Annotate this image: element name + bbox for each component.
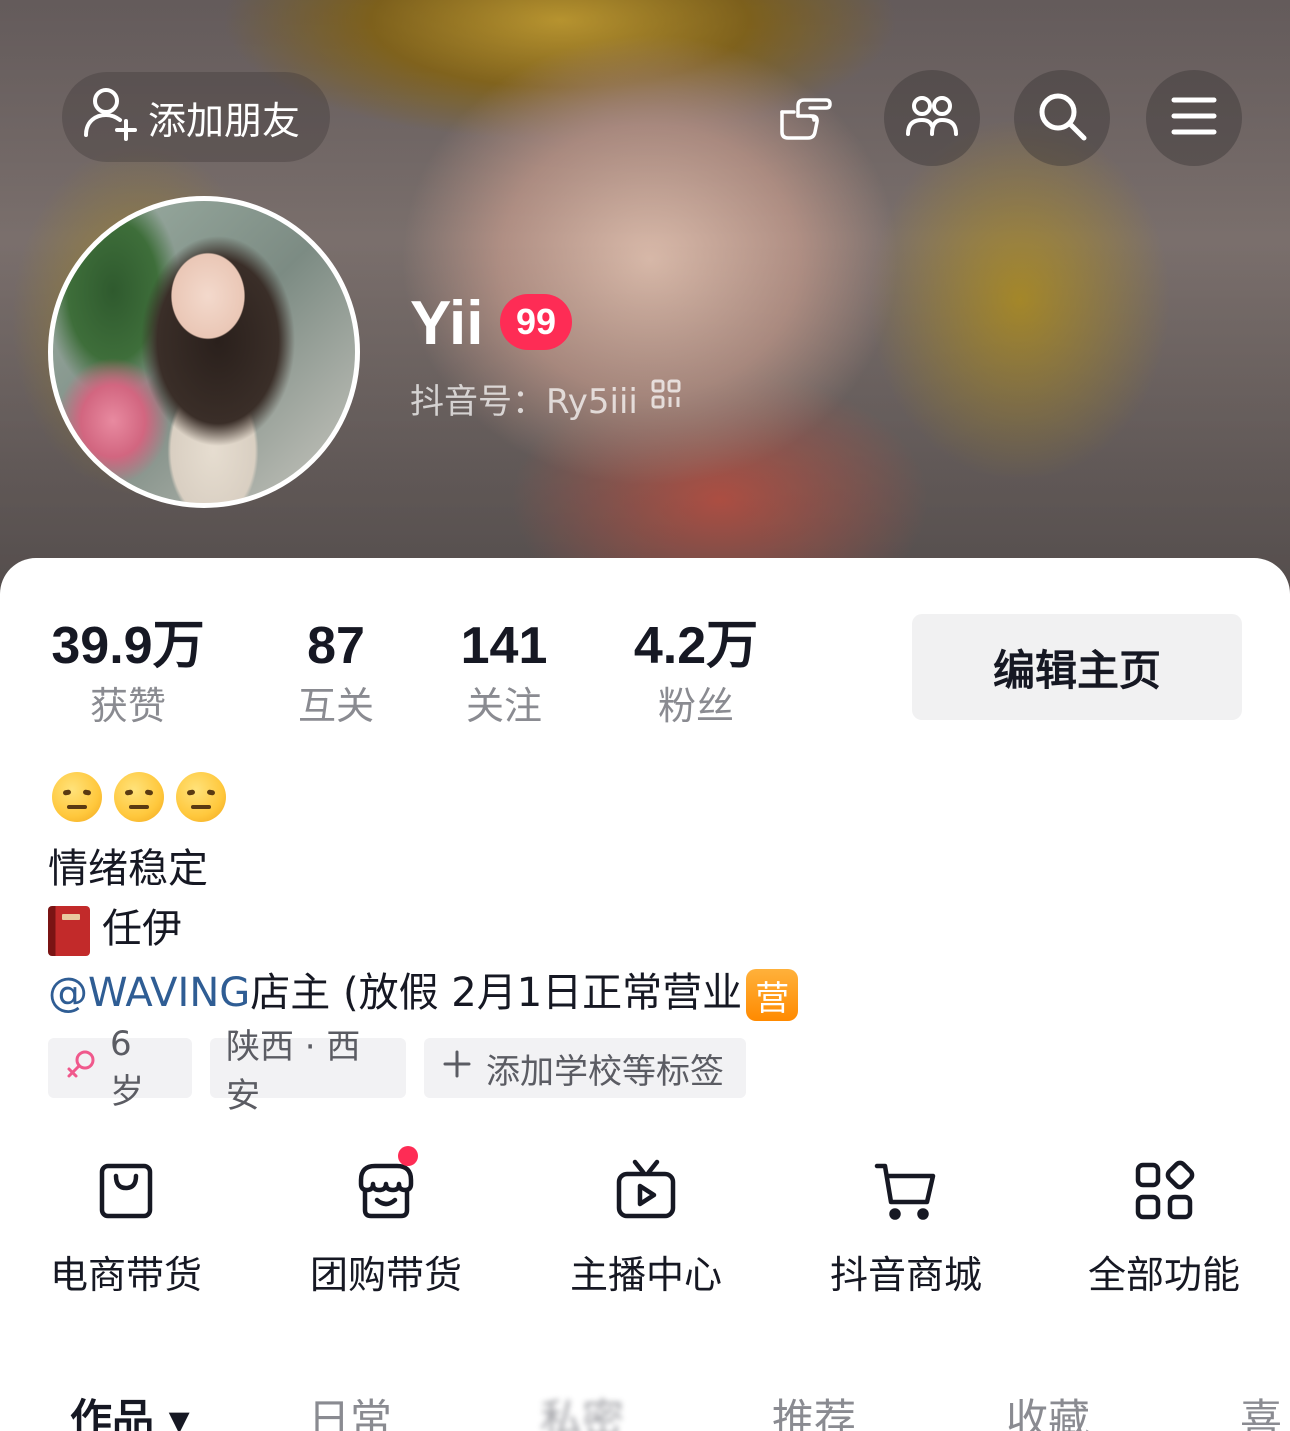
stat-value: 141 <box>460 617 548 675</box>
stat-value: 4.2万 <box>633 617 759 675</box>
hand-pointer-icon <box>774 86 834 150</box>
raised-eyebrow-emoji-icon <box>52 772 102 822</box>
search-button[interactable] <box>1014 70 1110 166</box>
content-tabs: 作品 ▾ 日常 私密 推荐 收藏 喜 <box>0 1386 1290 1431</box>
tab-private[interactable]: 私密 <box>540 1386 624 1431</box>
search-icon <box>1032 86 1092 150</box>
bio-line-3-text: 店主 (放假 2月1日正常营业 <box>250 970 743 1016</box>
menu-button[interactable] <box>1146 70 1242 166</box>
douyin-id[interactable]: 抖音号：Ry5iii <box>410 374 682 423</box>
qr-code-icon[interactable] <box>650 378 682 419</box>
level-badge[interactable]: 99 <box>500 294 572 350</box>
mention-link[interactable]: @WAVING <box>48 970 250 1016</box>
feature-ecommerce[interactable]: 电商带货 <box>26 1158 226 1299</box>
plus-icon <box>440 1047 474 1090</box>
profile-card: 39.9万 获赞 87 互关 141 关注 4.2万 粉丝 编辑主页 情绪稳定 … <box>0 558 1290 1431</box>
feature-all-functions[interactable]: 全部功能 <box>1064 1158 1264 1299</box>
feature-douyin-mall[interactable]: 抖音商城 <box>806 1158 1006 1299</box>
stat-followers[interactable]: 4.2万 粉丝 <box>626 614 766 734</box>
hand-pointer-button[interactable] <box>756 70 852 166</box>
raised-eyebrow-emoji-icon <box>176 772 226 822</box>
feature-label: 团购带货 <box>309 1253 462 1297</box>
feature-group-buy[interactable]: 团购带货 <box>286 1146 486 1299</box>
add-tag-label: 添加学校等标签 <box>486 1051 724 1092</box>
menu-icon <box>1164 86 1224 150</box>
feature-label: 全部功能 <box>1087 1253 1240 1297</box>
feature-label: 抖音商城 <box>829 1253 982 1297</box>
stat-following[interactable]: 141 关注 <box>454 614 554 734</box>
stat-label: 获赞 <box>89 684 166 728</box>
feature-label: 电商带货 <box>49 1253 202 1297</box>
tv-play-icon <box>546 1158 746 1224</box>
shopping-bag-icon <box>26 1158 226 1224</box>
stat-mutual[interactable]: 87 互关 <box>286 614 386 734</box>
tab-favorites[interactable]: 收藏 <box>1006 1386 1090 1431</box>
location-tag[interactable]: 陕西 · 西安 <box>210 1027 406 1116</box>
bio-line-1: 情绪稳定 <box>48 846 208 892</box>
female-icon <box>64 1047 98 1090</box>
profile-name: Yii <box>410 289 484 358</box>
bio-line-3: @WAVING店主 (放假 2月1日正常营业营 <box>48 960 799 1021</box>
red-book-icon <box>48 906 90 956</box>
add-user-icon <box>80 83 140 152</box>
stat-label: 粉丝 <box>657 684 734 728</box>
stat-label: 互关 <box>297 684 374 728</box>
location-text: 陕西 · 西安 <box>226 1027 361 1116</box>
tab-daily[interactable]: 日常 <box>308 1386 392 1431</box>
bio-line-2: 任伊 <box>48 896 182 956</box>
bio-line-2-text: 任伊 <box>102 906 182 952</box>
ying-badge-icon: 营 <box>746 969 799 1021</box>
add-tag-button[interactable]: 添加学校等标签 <box>424 1038 746 1098</box>
tab-recommended[interactable]: 推荐 <box>772 1386 856 1431</box>
tab-likes[interactable]: 喜 <box>1240 1386 1282 1431</box>
feature-label: 主播中心 <box>569 1253 722 1297</box>
notification-dot <box>398 1146 418 1166</box>
stat-label: 关注 <box>465 684 542 728</box>
avatar[interactable] <box>48 196 360 508</box>
edit-profile-button[interactable]: 编辑主页 <box>912 614 1242 720</box>
add-friend-label: 添加朋友 <box>148 98 301 143</box>
stat-likes[interactable]: 39.9万 获赞 <box>48 614 208 734</box>
add-friend-button[interactable]: 添加朋友 <box>62 72 331 162</box>
stat-value: 87 <box>307 617 365 675</box>
raised-eyebrow-emoji-icon <box>114 772 164 822</box>
age-tag[interactable]: 6 岁 <box>48 1024 192 1112</box>
age-text: 6 岁 <box>110 1023 144 1112</box>
stat-value: 39.9万 <box>51 617 205 675</box>
tab-works[interactable]: 作品 ▾ <box>70 1386 190 1431</box>
douyin-id-text: 抖音号：Ry5iii <box>410 382 638 422</box>
friends-button[interactable] <box>884 70 980 166</box>
group-buy-icon <box>286 1158 486 1224</box>
cart-icon <box>806 1158 1006 1224</box>
feature-streamer-center[interactable]: 主播中心 <box>546 1158 746 1299</box>
grid-icon <box>1064 1158 1264 1224</box>
friends-icon <box>902 86 962 150</box>
bio-emoji-row <box>52 772 226 822</box>
